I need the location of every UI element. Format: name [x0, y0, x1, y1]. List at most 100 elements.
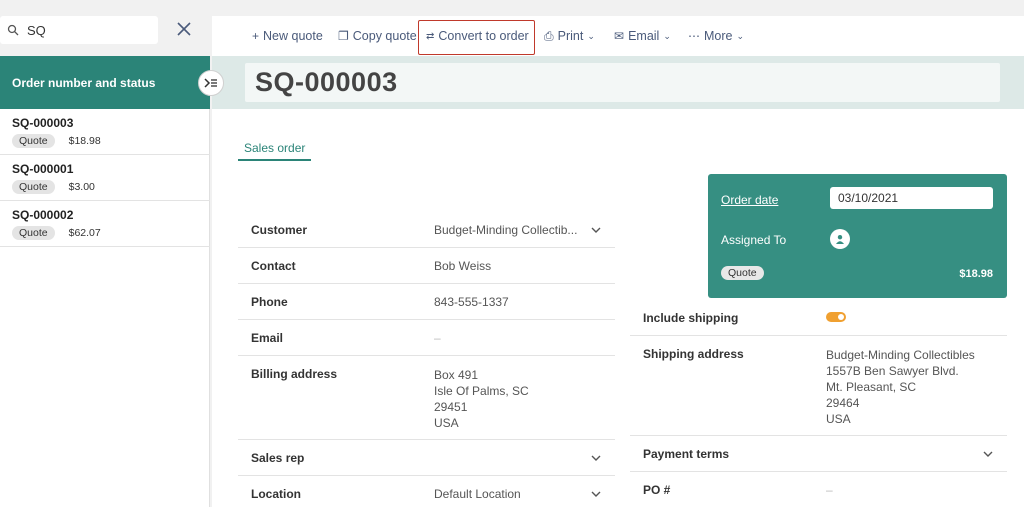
order-list-panel: Order number and status SQ-000003 Quote $…	[0, 0, 210, 507]
billing-line: USA	[434, 416, 459, 430]
search-input[interactable]	[27, 22, 147, 38]
main-panel: + New quote ❐ Copy quote ⇄ Convert to order…	[212, 16, 1024, 507]
order-summary-card: Order date 03/10/2021 Assigned To Quote …	[708, 174, 1007, 298]
assigned-to-label: Assigned To	[721, 233, 787, 247]
search-box[interactable]	[0, 16, 158, 44]
order-amount: $62.07	[68, 227, 101, 239]
tab-sales-order[interactable]: Sales order	[238, 141, 312, 161]
order-list: SQ-000003 Quote $18.98 SQ-000001 Quote $3.…	[0, 109, 210, 247]
contact-label: Contact	[251, 258, 296, 273]
print-label: Print	[557, 29, 584, 43]
collapse-panel-icon	[204, 78, 217, 88]
chevron-down-icon[interactable]	[590, 224, 602, 236]
status-badge: Quote	[12, 226, 55, 240]
billing-line: 29451	[434, 400, 468, 414]
status-badge: Quote	[721, 266, 764, 280]
contact-value: Bob Weiss	[434, 258, 492, 273]
chevron-down-icon[interactable]	[590, 452, 602, 464]
order-number: SQ-000001	[12, 162, 74, 176]
status-badge: Quote	[12, 180, 55, 194]
list-item[interactable]: SQ-000002 Quote $62.07	[0, 201, 210, 247]
shipping-address-row[interactable]: Shipping address Budget-Minding Collecti…	[630, 336, 1007, 436]
envelope-icon: ✉	[614, 29, 625, 43]
copy-icon: ❐	[338, 29, 349, 43]
phone-row[interactable]: Phone 843-555-1337	[238, 284, 615, 320]
shipping-line: USA	[826, 412, 851, 426]
shipping-fields: Include shipping Shipping address Budget…	[630, 300, 1007, 507]
billing-address-label: Billing address	[251, 367, 338, 381]
billing-address-value: Box 491 Isle Of Palms, SC 29451 USA	[434, 367, 602, 431]
new-quote-label: New quote	[263, 29, 323, 43]
po-row[interactable]: PO # –	[630, 472, 1007, 507]
new-quote-button[interactable]: + New quote	[252, 16, 323, 56]
billing-line: Isle Of Palms, SC	[434, 384, 529, 398]
search-icon	[7, 24, 19, 36]
po-label: PO #	[643, 482, 671, 497]
billing-line: Box 491	[434, 368, 479, 382]
payment-terms-row[interactable]: Payment terms	[630, 436, 1007, 472]
more-button[interactable]: ⋯ More ⌄	[688, 16, 744, 56]
shipping-line: Mt. Pleasant, SC	[826, 380, 917, 394]
list-item[interactable]: SQ-000001 Quote $3.00	[0, 155, 210, 201]
order-amount: $18.98	[68, 135, 101, 147]
toolbar: + New quote ❐ Copy quote ⇄ Convert to order…	[212, 16, 1024, 56]
list-item[interactable]: SQ-000003 Quote $18.98	[0, 109, 210, 155]
ellipsis-icon: ⋯	[688, 29, 700, 43]
shipping-address-value: Budget-Minding Collectibles 1557B Ben Sa…	[826, 347, 994, 427]
location-label: Location	[251, 486, 301, 501]
order-fields: Customer Budget-Minding Collectib... Con…	[238, 212, 615, 507]
phone-value: 843-555-1337	[434, 294, 509, 309]
email-label: Email	[628, 29, 660, 43]
chevron-down-icon: ⌄	[736, 30, 745, 41]
po-value: –	[826, 482, 833, 497]
order-number: SQ-000003	[12, 116, 74, 130]
email-value: –	[434, 330, 441, 345]
list-header-label: Order number and status	[12, 75, 156, 90]
order-number: SQ-000002	[12, 208, 74, 222]
search-bar	[0, 0, 210, 56]
include-shipping-toggle[interactable]	[826, 311, 846, 322]
location-value: Default Location	[434, 486, 521, 501]
customer-label: Customer	[251, 222, 308, 237]
contact-row[interactable]: Contact Bob Weiss	[238, 248, 615, 284]
copy-quote-label: Copy quote	[352, 29, 417, 43]
chevron-down-icon[interactable]	[590, 488, 602, 500]
sales-rep-label: Sales rep	[251, 450, 305, 465]
shipping-line: 29464	[826, 396, 860, 410]
order-date-label[interactable]: Order date	[721, 193, 778, 207]
include-shipping-row: Include shipping	[630, 300, 1007, 336]
billing-address-row[interactable]: Billing address Box 491 Isle Of Palms, S…	[238, 356, 615, 440]
email-label: Email	[251, 330, 284, 345]
plus-icon: +	[252, 29, 260, 43]
user-icon	[836, 235, 844, 244]
email-button[interactable]: ✉ Email ⌄	[614, 16, 671, 56]
copy-quote-button[interactable]: ❐ Copy quote	[338, 16, 417, 56]
shipping-line: 1557B Ben Sawyer Blvd.	[826, 364, 959, 378]
print-button[interactable]: ⎙ Print ⌄	[544, 16, 595, 56]
title-band: SQ-000003	[212, 56, 1024, 109]
chevron-down-icon: ⌄	[663, 30, 671, 41]
chevron-down-icon[interactable]	[982, 448, 994, 460]
close-icon[interactable]	[176, 21, 192, 37]
customer-value: Budget-Minding Collectib...	[434, 222, 578, 237]
page-title[interactable]: SQ-000003	[245, 63, 1000, 102]
sales-rep-row[interactable]: Sales rep	[238, 440, 615, 476]
order-amount: $3.00	[68, 181, 95, 193]
payment-terms-label: Payment terms	[643, 446, 730, 461]
shipping-line: Budget-Minding Collectibles	[826, 348, 975, 362]
highlight-box	[418, 20, 535, 55]
list-header[interactable]: Order number and status	[0, 56, 210, 109]
more-label: More	[704, 29, 733, 43]
order-total: $18.98	[959, 268, 993, 280]
customer-row[interactable]: Customer Budget-Minding Collectib...	[238, 212, 615, 248]
assign-user-button[interactable]	[830, 229, 850, 249]
include-shipping-label: Include shipping	[643, 310, 739, 325]
location-row[interactable]: Location Default Location	[238, 476, 615, 507]
printer-icon: ⎙	[544, 28, 554, 43]
email-row[interactable]: Email –	[238, 320, 615, 356]
shipping-address-label: Shipping address	[643, 347, 744, 361]
collapse-panel-button[interactable]	[198, 70, 224, 96]
order-date-field[interactable]: 03/10/2021	[830, 187, 993, 209]
status-badge: Quote	[12, 134, 55, 148]
chevron-down-icon: ⌄	[587, 30, 595, 41]
